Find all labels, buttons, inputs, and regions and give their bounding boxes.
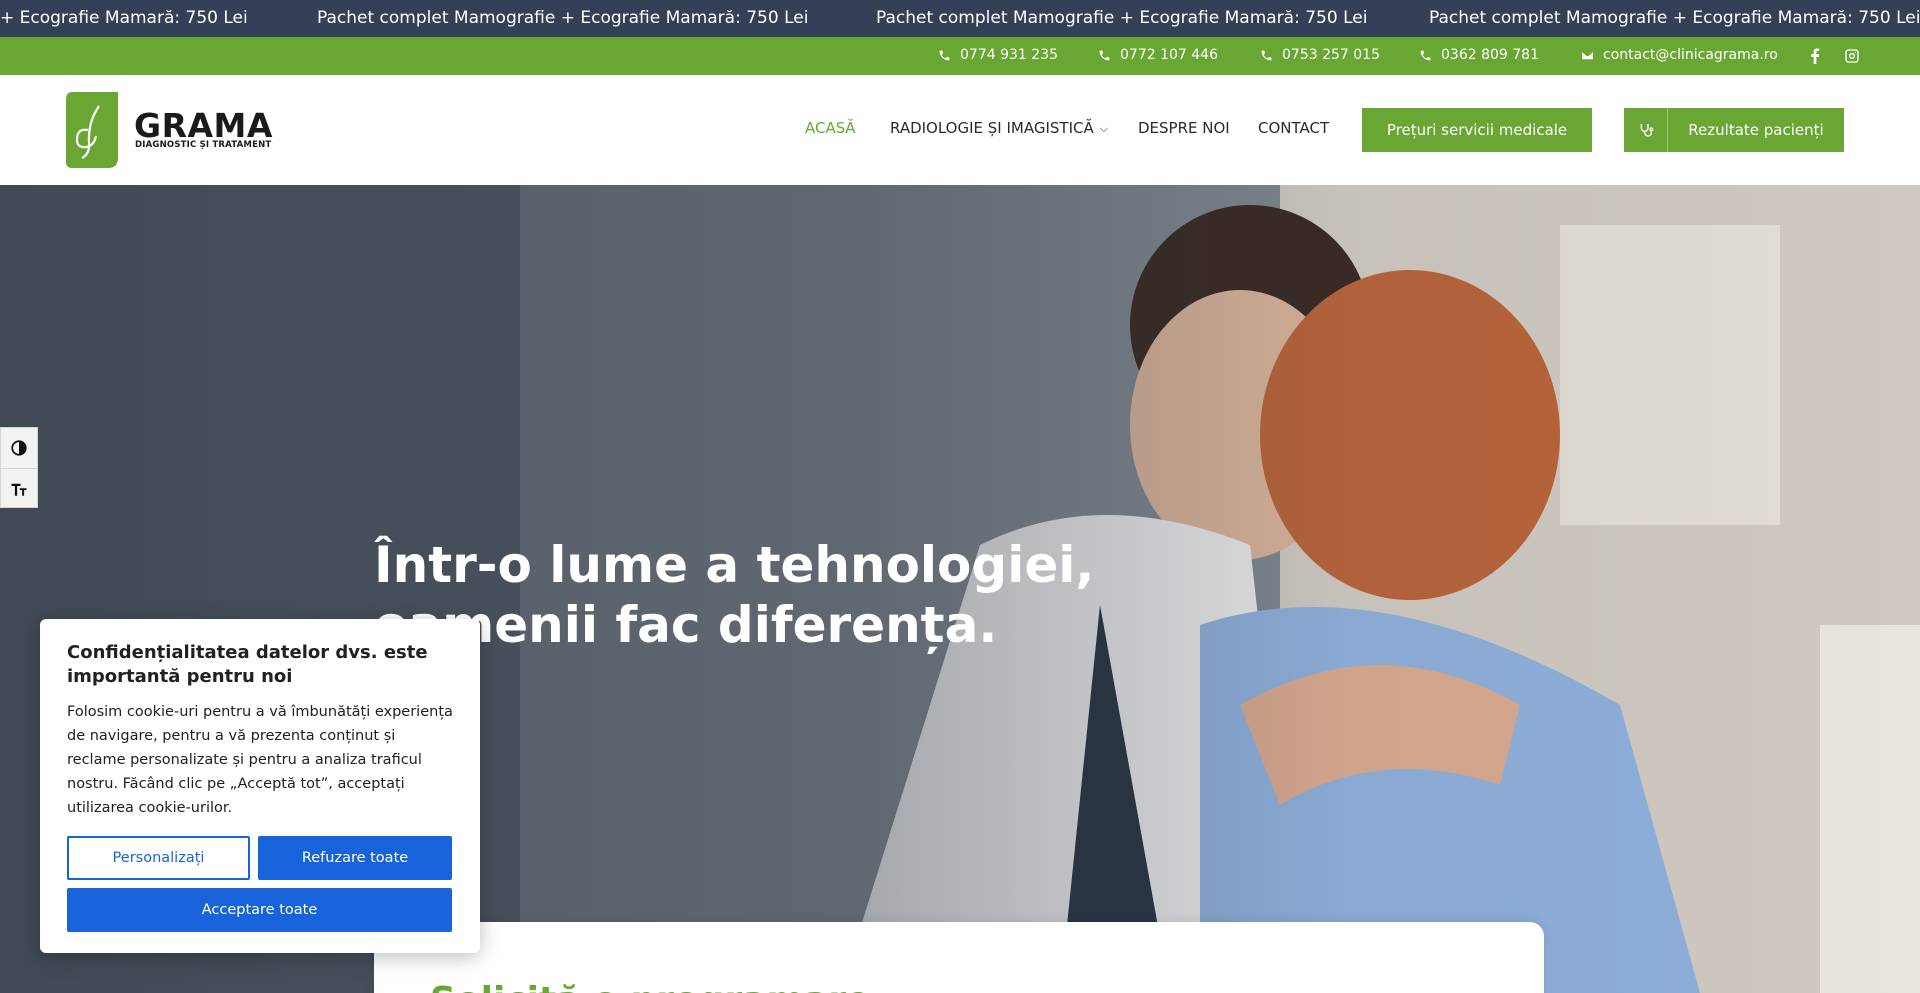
logo-tagline: DIAGNOSTIC ȘI TRATAMENT (135, 140, 272, 150)
customize-button[interactable]: Personalizați (67, 836, 250, 880)
nav-home[interactable]: ACASĂ (805, 119, 856, 137)
nav-about[interactable]: DESPRE NOI (1138, 119, 1230, 137)
ticker-item: + Ecografie Mamară: 750 Lei (0, 8, 248, 28)
appointment-card: Solicită o programare (374, 922, 1544, 993)
hero-title: Într-o lume a tehnologiei, oamenii fac d… (374, 535, 1094, 655)
appointment-title: Solicită o programare (430, 980, 870, 993)
phone-number: 0753 257 015 (1282, 47, 1380, 63)
instagram-icon[interactable] (1843, 47, 1861, 65)
cookie-text: Folosim cookie-uri pentru a vă îmbunătăț… (67, 704, 453, 816)
hero-title-line: Într-o lume a tehnologiei, (374, 536, 1095, 594)
nav-label: DESPRE NOI (1138, 119, 1230, 137)
contact-bar: 0774 931 235 0772 107 446 0753 257 015 0… (0, 37, 1920, 75)
nav-radiology[interactable]: RADIOLOGIE ȘI IMAGISTICĂ ⌵ (890, 119, 1108, 137)
promo-ticker: + Ecografie Mamară: 750 Lei Pachet compl… (0, 0, 1920, 37)
hero-title-line: oamenii fac diferența. (374, 596, 998, 654)
phone-icon (1420, 50, 1431, 60)
chevron-down-icon: ⌵ (1099, 122, 1109, 135)
phone-link-4[interactable]: 0362 809 781 (1419, 47, 1539, 63)
patient-results-button[interactable]: Rezultate pacienți (1624, 108, 1844, 152)
phone-number: 0772 107 446 (1120, 47, 1218, 63)
results-label: Rezultate pacienți (1688, 121, 1824, 139)
accessibility-toolbar (0, 427, 38, 508)
phone-number: 0362 809 781 (1441, 47, 1539, 63)
prices-button[interactable]: Prețuri servicii medicale (1362, 108, 1592, 152)
envelope-icon (1582, 51, 1593, 59)
nav-label: CONTACT (1258, 119, 1330, 137)
phone-link-3[interactable]: 0753 257 015 (1260, 47, 1380, 63)
email-link[interactable]: contact@clinicagrama.ro (1581, 47, 1778, 63)
nav-label: RADIOLOGIE ȘI IMAGISTICĂ (890, 119, 1094, 137)
nav-contact[interactable]: CONTACT (1258, 119, 1329, 137)
phone-link-2[interactable]: 0772 107 446 (1098, 47, 1218, 63)
reject-all-button[interactable]: Refuzare toate (258, 836, 452, 880)
site-header: GRAMA DIAGNOSTIC ȘI TRATAMENT ACASĂ RADI… (0, 75, 1920, 185)
phone-number: 0774 931 235 (960, 47, 1058, 63)
contrast-toggle-icon[interactable] (1, 428, 37, 468)
ticker-item: Pachet complet Mamografie + Ecografie Ma… (317, 8, 809, 28)
accept-all-button[interactable]: Acceptare toate (67, 888, 452, 932)
cookie-title: Confidențialitatea datelor dvs. este imp… (67, 642, 428, 687)
phone-icon (1261, 50, 1272, 60)
logo-leaf-icon (66, 92, 118, 168)
phone-icon (1099, 50, 1110, 60)
ticker-item: Pachet complet Mamografie + Ecografie Ma… (1429, 8, 1920, 28)
ticker-item: Pachet complet Mamografie + Ecografie Ma… (876, 8, 1368, 28)
facebook-icon[interactable] (1806, 47, 1824, 65)
phone-icon (939, 50, 950, 60)
text-size-icon[interactable] (1, 468, 37, 508)
email-address: contact@clinicagrama.ro (1603, 47, 1778, 63)
nav-label: ACASĂ (805, 119, 856, 137)
cookie-consent-banner: Confidențialitatea datelor dvs. este imp… (40, 619, 480, 953)
phone-link-1[interactable]: 0774 931 235 (938, 47, 1058, 63)
stethoscope-icon (1624, 108, 1668, 152)
